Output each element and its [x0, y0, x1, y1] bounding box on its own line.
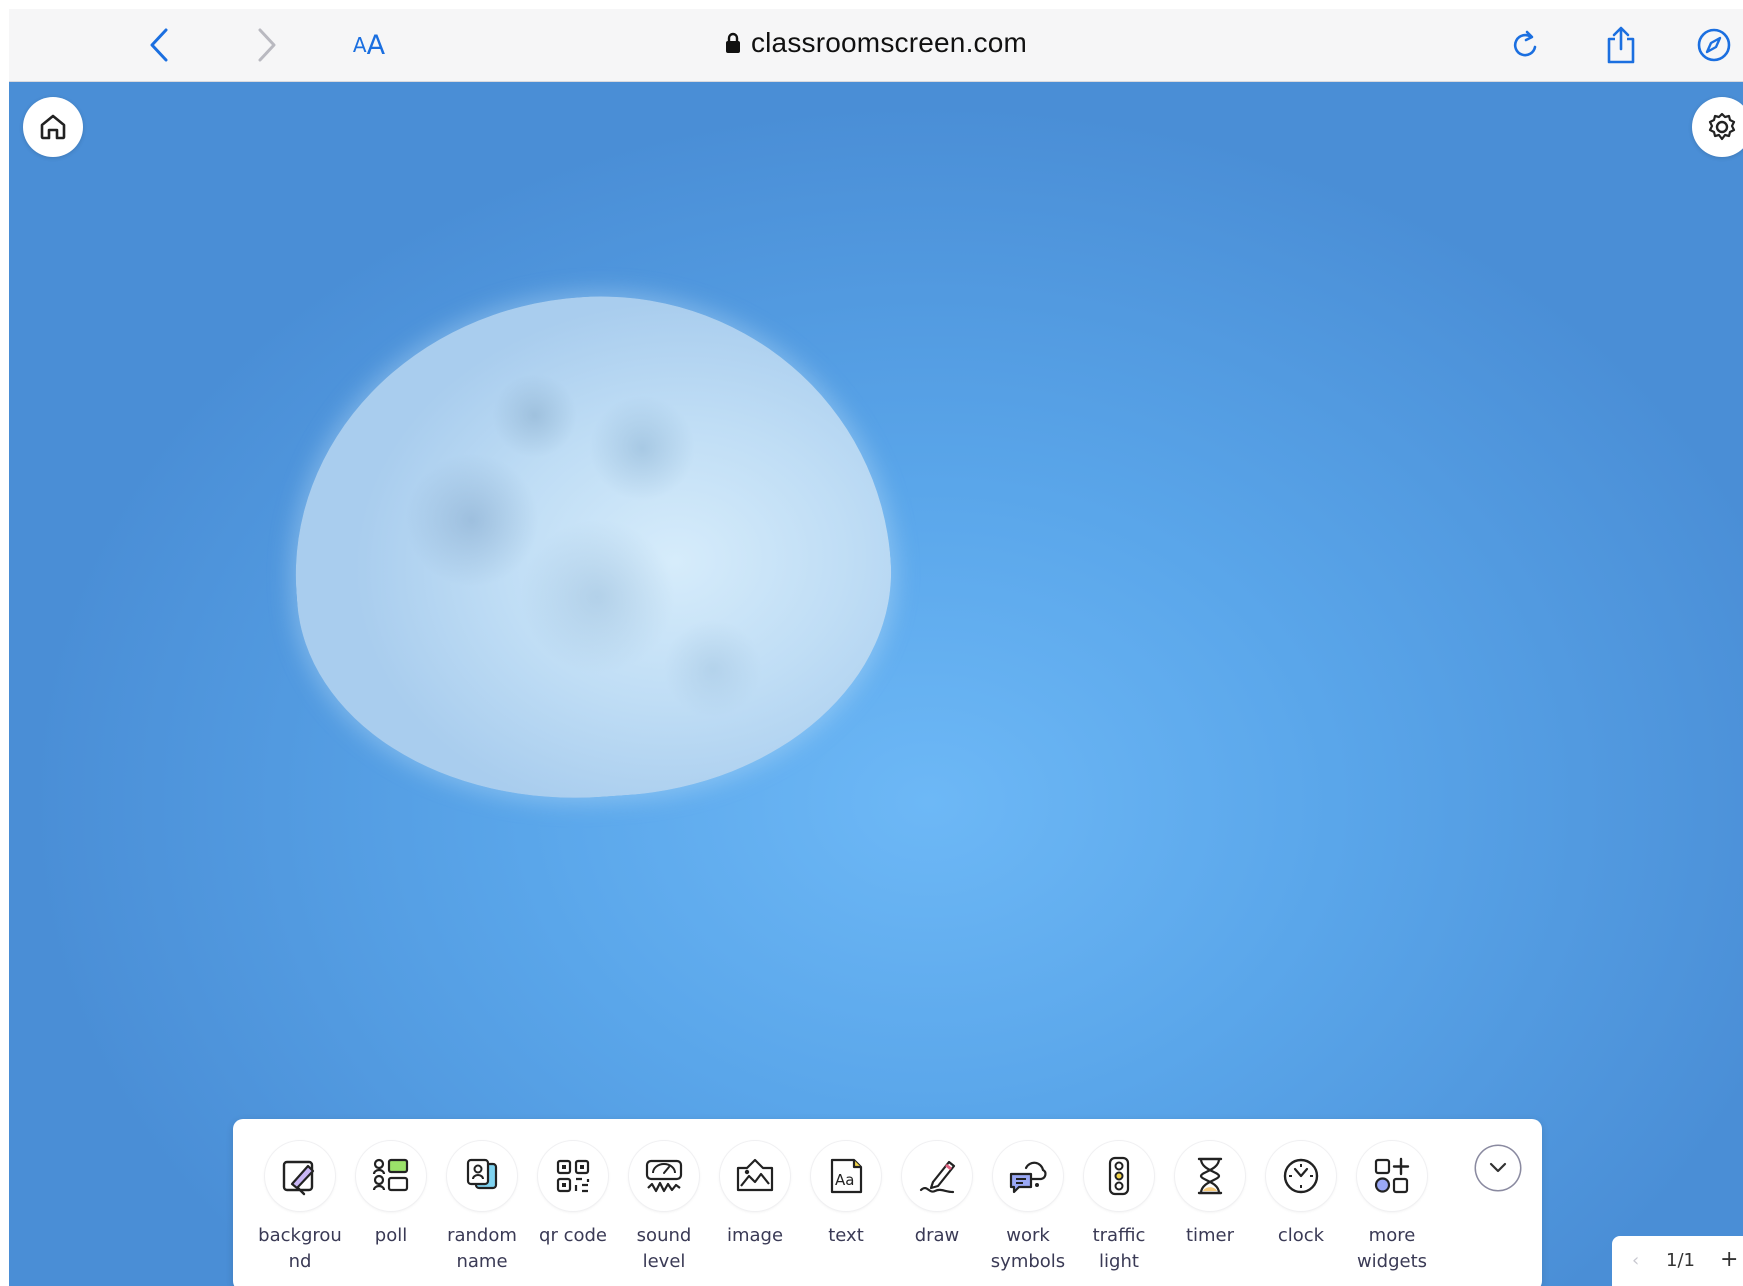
more-widgets-icon	[1357, 1141, 1427, 1211]
page-count: 1/1	[1666, 1250, 1695, 1271]
text-icon: Aa	[811, 1141, 881, 1211]
tool-label-more-widgets: more widgets	[1356, 1225, 1428, 1272]
clock-icon	[1266, 1141, 1336, 1211]
browser-toolbar: AA classroomscreen.com	[9, 9, 1743, 82]
tool-traffic-light[interactable]: traffic light	[1073, 1141, 1165, 1275]
background-icon	[265, 1141, 335, 1211]
page-switcher: ‹ 1/1 +	[1612, 1236, 1743, 1286]
tool-draw[interactable]: draw	[891, 1141, 983, 1249]
address-bar[interactable]: classroomscreen.com	[9, 27, 1743, 59]
classroom-canvas	[9, 82, 1743, 1286]
home-button[interactable]	[23, 97, 83, 157]
tool-label-traffic-light: traffic light	[1092, 1225, 1146, 1272]
qr-code-icon	[538, 1141, 608, 1211]
svg-text:Aa: Aa	[835, 1171, 854, 1189]
tool-work-symbols[interactable]: work symbols	[982, 1141, 1074, 1275]
tool-label-text: text	[828, 1225, 864, 1246]
collapse-toolbar-button[interactable]	[1476, 1146, 1520, 1190]
poll-icon	[356, 1141, 426, 1211]
tool-qr-code[interactable]: qr code	[527, 1141, 619, 1249]
tool-label-draw: draw	[914, 1225, 960, 1246]
bookmarks-button[interactable]	[1692, 23, 1736, 67]
home-icon	[40, 114, 66, 140]
tool-poll[interactable]: poll	[345, 1141, 437, 1249]
sound-level-icon	[629, 1141, 699, 1211]
tool-label-qr-code: qr code	[539, 1225, 607, 1246]
settings-button[interactable]	[1692, 97, 1743, 157]
tool-more-widgets[interactable]: more widgets	[1346, 1141, 1438, 1275]
tool-text[interactable]: Aa text	[800, 1141, 892, 1249]
tool-label-poll: poll	[374, 1225, 408, 1246]
draw-icon	[902, 1141, 972, 1211]
tool-label-sound-level: sound level	[636, 1225, 692, 1272]
tool-label-timer: timer	[1185, 1225, 1235, 1246]
url-text: classroomscreen.com	[750, 27, 1028, 58]
lock-icon	[725, 32, 740, 53]
moon-background-image	[277, 276, 906, 818]
tool-label-background: backgrou nd	[258, 1225, 342, 1272]
gear-icon	[1708, 112, 1736, 141]
chevron-down-icon	[1489, 1162, 1507, 1173]
browser-window: AA classroomscreen.com backgrou nd poll …	[9, 9, 1743, 1286]
tool-sound-level[interactable]: sound level	[618, 1141, 710, 1275]
traffic-light-icon	[1084, 1141, 1154, 1211]
widget-toolbar: backgrou nd poll random name qr code sou	[233, 1119, 1542, 1286]
compass-icon	[1697, 28, 1731, 62]
random-name-icon	[447, 1141, 517, 1211]
tool-image[interactable]: image	[709, 1141, 801, 1249]
work-symbols-icon	[993, 1141, 1063, 1211]
tool-label-random-name: random name	[447, 1225, 517, 1272]
image-icon	[720, 1141, 790, 1211]
tool-random-name[interactable]: random name	[436, 1141, 528, 1275]
reload-icon	[1513, 30, 1537, 57]
tool-label-clock: clock	[1277, 1225, 1325, 1246]
tool-clock[interactable]: clock	[1255, 1141, 1347, 1249]
tool-label-image: image	[726, 1225, 784, 1246]
share-icon	[1607, 26, 1635, 64]
timer-icon	[1175, 1141, 1245, 1211]
share-button[interactable]	[1599, 23, 1643, 67]
previous-page-button[interactable]: ‹	[1632, 1250, 1639, 1271]
tool-label-work-symbols: work symbols	[990, 1225, 1066, 1272]
tool-background[interactable]: backgrou nd	[254, 1141, 346, 1275]
tool-timer[interactable]: timer	[1164, 1141, 1256, 1249]
reload-button[interactable]	[1504, 23, 1548, 67]
add-page-button[interactable]: +	[1720, 1247, 1738, 1272]
